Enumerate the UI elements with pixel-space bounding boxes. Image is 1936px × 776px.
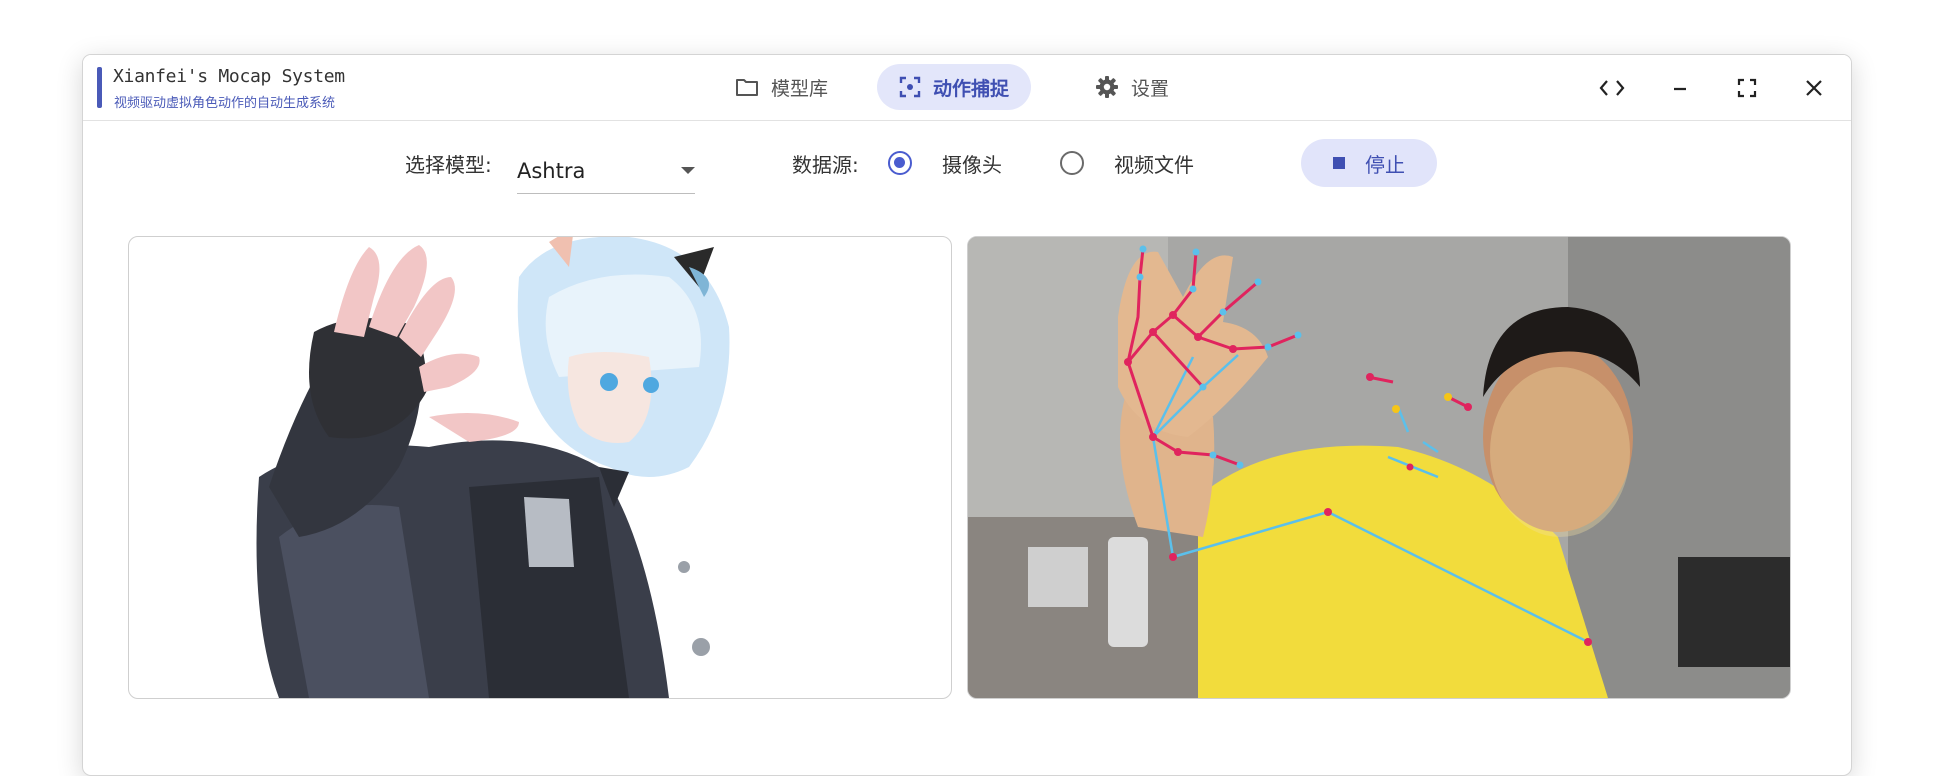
source-label: 数据源: [792,153,859,177]
model-select[interactable]: Ashtra [517,149,695,194]
tab-motion-capture[interactable]: 动作捕捉 [877,64,1032,110]
model-select-label: 选择模型: [405,153,492,177]
stop-button-label: 停止 [1365,152,1405,177]
tab-label: 动作捕捉 [933,77,1010,100]
gear-icon [1095,75,1119,99]
fullscreen-button[interactable] [1727,69,1767,107]
fullscreen-icon [1737,78,1757,98]
brand-accent-bar [97,67,102,108]
close-button[interactable] [1794,69,1834,107]
tab-settings[interactable]: 设置 [1073,64,1191,110]
chevron-down-icon [681,167,695,174]
minimize-button[interactable] [1660,69,1700,107]
close-icon [1806,80,1822,96]
stop-icon [1333,157,1345,169]
tab-model-library[interactable]: 模型库 [713,64,850,110]
capture-icon [899,76,921,98]
avatar-preview-panel [128,236,952,699]
minimize-icon [1674,87,1686,91]
radio-camera-label[interactable]: 摄像头 [942,149,1002,178]
tab-label: 模型库 [771,77,829,100]
tab-label: 设置 [1131,77,1170,100]
radio-camera[interactable] [888,151,912,175]
stop-button[interactable]: 停止 [1301,139,1437,187]
code-icon [1599,80,1625,96]
avatar-render [256,237,730,698]
radio-video-file[interactable] [1060,151,1084,175]
app-subtitle: 视频驱动虚拟角色动作的自动生成系统 [114,96,336,111]
title-bar: Xianfei's Mocap System 视频驱动虚拟角色动作的自动生成系统… [83,55,1851,121]
app-window: Xianfei's Mocap System 视频驱动虚拟角色动作的自动生成系统… [82,54,1852,776]
devtools-button[interactable] [1592,69,1632,107]
camera-feed [968,237,1790,698]
app-title: Xianfei's Mocap System [113,66,345,87]
radio-video-file-label[interactable]: 视频文件 [1114,149,1194,178]
model-select-value: Ashtra [517,159,586,183]
folder-icon [735,77,759,97]
camera-feed-panel [967,236,1791,699]
